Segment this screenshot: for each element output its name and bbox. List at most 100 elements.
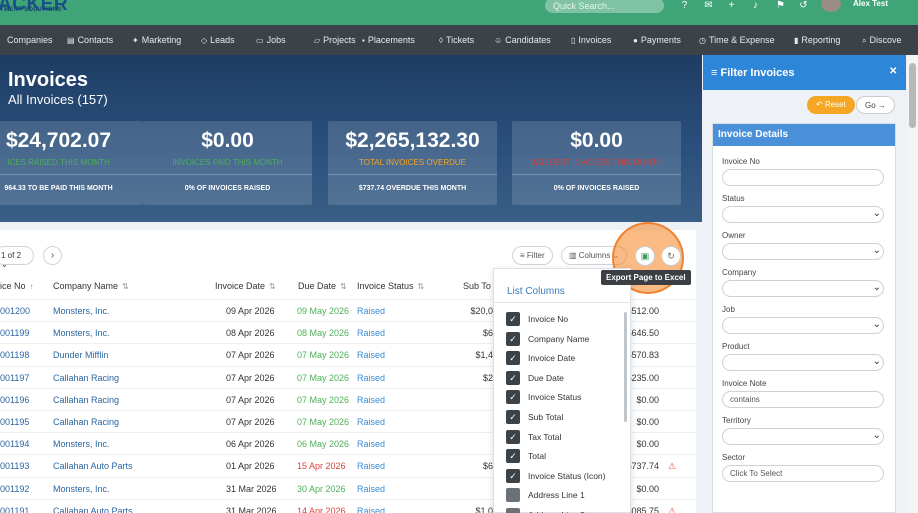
nav-item-reporting[interactable]: ▮ Reporting xyxy=(794,35,840,45)
go-button[interactable]: Go → xyxy=(856,96,895,114)
invoice-no-link[interactable]: 001199 xyxy=(0,328,29,338)
nav-item-projects[interactable]: ▱ Projects xyxy=(314,35,356,45)
company-link[interactable]: Monsters, Inc. xyxy=(53,439,110,449)
company-link[interactable]: Monsters, Inc. xyxy=(53,328,110,338)
invoice-no-link[interactable]: 001193 xyxy=(0,461,29,471)
filter-button[interactable]: ≡ Filter xyxy=(512,246,553,265)
nav-item-jobs[interactable]: ▭ Jobs xyxy=(256,35,286,45)
stat-amount: $0.00 xyxy=(201,129,254,152)
company-link[interactable]: Dunder Mifflin xyxy=(53,350,108,360)
checkbox[interactable]: ✓ xyxy=(506,429,520,444)
company-link[interactable]: Monsters, Inc. xyxy=(53,484,110,494)
invoice-no-input[interactable] xyxy=(722,169,884,186)
history-icon[interactable]: ↺ xyxy=(798,0,809,11)
company-select[interactable]: ⌄ xyxy=(722,280,884,297)
chat-icon[interactable]: ✉ xyxy=(703,0,714,11)
bell-icon[interactable]: ♪ xyxy=(750,0,761,11)
invoice-no-link[interactable]: 001196 xyxy=(0,395,29,405)
company-link[interactable]: Callahan Racing xyxy=(53,417,119,427)
column-option-label: Tax Total xyxy=(528,431,562,442)
checkbox[interactable]: ✓ xyxy=(506,351,520,366)
col-header-invoice-date[interactable]: Invoice Date ⇅ xyxy=(215,281,276,291)
sort-icon: ⇅ xyxy=(340,282,347,291)
col-header-sub-total[interactable]: Sub To xyxy=(463,281,491,291)
page-selector[interactable]: 1 of 2 ⌄ xyxy=(0,246,34,269)
invoice-no-link[interactable]: 001191 xyxy=(0,506,29,513)
checkbox[interactable]: ✓ xyxy=(506,370,520,385)
close-icon[interactable]: ✕ xyxy=(889,66,897,77)
users-icon: ☺ xyxy=(494,36,503,45)
col-header-due-date[interactable]: Due Date ⇅ xyxy=(298,281,347,291)
company-link[interactable]: Monsters, Inc. xyxy=(53,306,110,316)
product-select[interactable]: ⌄ xyxy=(722,354,884,371)
stat-card[interactable]: $2,265,132.30 TOTAL INVOICES OVERDUE $737.… xyxy=(328,121,497,205)
nav-item-companies[interactable]: Companies xyxy=(4,35,53,45)
nav-item-marketing[interactable]: ✦ Marketing xyxy=(132,35,181,45)
nav-item-invoices[interactable]: ▯ Invoices xyxy=(571,35,611,45)
company-link[interactable]: Callahan Auto Parts xyxy=(53,506,133,513)
section-header: Invoice Details xyxy=(713,124,895,146)
company-link[interactable]: Callahan Racing xyxy=(53,395,119,405)
col-header-label: Due Date xyxy=(298,281,337,291)
nav-item-discove[interactable]: ⌕ Discove xyxy=(862,35,902,46)
checkbox[interactable]: ✓ xyxy=(506,468,520,483)
page-scrollbar[interactable] xyxy=(907,55,918,513)
next-page-button[interactable]: › xyxy=(43,246,62,265)
sector-input[interactable]: Click To Select xyxy=(722,465,884,482)
nav-item-label: Time & Expense xyxy=(708,35,775,45)
nav-item-tickets[interactable]: ◊ Tickets xyxy=(439,35,474,45)
invoice-no-link[interactable]: 001197 xyxy=(0,373,29,383)
col-header-status[interactable]: Invoice Status ⇅ xyxy=(357,281,424,291)
invoice-note-input[interactable]: contains xyxy=(722,391,884,408)
page-subtitle[interactable]: All Invoices (157) xyxy=(8,92,108,107)
nav-item-label: Marketing xyxy=(141,35,182,45)
stat-card[interactable]: $0.00 BAD DEBT INVOICES THIS MONTH 0% OF I… xyxy=(512,121,681,205)
user-name[interactable]: Alex Test xyxy=(853,0,888,8)
nav-item-time-expense[interactable]: ◷ Time & Expense xyxy=(699,35,775,45)
due-date: 09 May 2026 xyxy=(297,306,350,316)
status-select[interactable]: ⌄ xyxy=(722,206,884,223)
checkbox[interactable]: ✓ xyxy=(506,312,520,326)
nav-item-placements[interactable]: ▪ Placements xyxy=(362,35,415,45)
avatar[interactable] xyxy=(821,0,841,12)
nav-item-candidates[interactable]: ☺ Candidates xyxy=(494,35,551,45)
invoice-no-link[interactable]: 001195 xyxy=(0,417,29,427)
checkbox[interactable]: ✓ xyxy=(506,331,520,346)
refresh-button[interactable]: ↻ xyxy=(661,246,681,266)
quick-search-input[interactable]: Quick Search... xyxy=(545,0,664,13)
invoice-no-link[interactable]: 001198 xyxy=(0,350,29,360)
scrollbar-thumb[interactable] xyxy=(909,63,916,128)
checkbox[interactable]: ✓ xyxy=(506,449,520,464)
nav-item-leads[interactable]: ◇ Leads xyxy=(201,35,235,45)
nav-item-payments[interactable]: ● Payments xyxy=(633,35,681,45)
invoice-no-link[interactable]: 001200 xyxy=(0,306,30,316)
checkbox[interactable]: ✓ xyxy=(506,410,520,424)
col-header-company[interactable]: Company Name ⇅ xyxy=(53,281,129,291)
field-label: Product xyxy=(722,342,750,351)
sort-icon: ⇅ xyxy=(417,282,425,291)
checkbox[interactable] xyxy=(506,508,520,513)
company-link[interactable]: Callahan Auto Parts xyxy=(53,461,133,471)
warning-icon: ⚠ xyxy=(668,505,677,513)
owner-select[interactable]: ⌄ xyxy=(722,243,884,260)
territory-select[interactable]: ⌄ xyxy=(722,428,884,445)
stat-card[interactable]: $24,702.07 ICES RAISED THIS MONTH 964.33 T… xyxy=(0,121,143,205)
stat-card[interactable]: $0.00 INVOICES PAID THIS MONTH 0% OF INVOI… xyxy=(143,121,312,205)
export-excel-button[interactable]: ▣ xyxy=(635,246,655,266)
reset-button[interactable]: ↶ Reset xyxy=(807,96,855,114)
folder-icon: ▱ xyxy=(314,36,321,45)
checkbox[interactable]: ✓ xyxy=(506,390,520,405)
add-icon[interactable]: + xyxy=(726,0,737,11)
checkbox[interactable] xyxy=(506,488,520,503)
invoice-no-link[interactable]: 001192 xyxy=(0,484,29,494)
invoice-no-link[interactable]: 001194 xyxy=(0,439,29,449)
nav-item-label: Payments xyxy=(640,35,681,45)
flag-icon[interactable]: ⚑ xyxy=(775,0,786,11)
help-icon[interactable]: ? xyxy=(679,0,690,11)
nav-item-contacts[interactable]: ▤ Contacts xyxy=(67,35,113,45)
job-select[interactable]: ⌄ xyxy=(722,317,884,334)
col-header-invoice-no[interactable]: ice No ↑ xyxy=(0,281,34,291)
popup-scrollbar[interactable] xyxy=(624,312,627,422)
page-selector-label: 1 of 2 xyxy=(1,251,22,260)
company-link[interactable]: Callahan Racing xyxy=(53,373,119,383)
